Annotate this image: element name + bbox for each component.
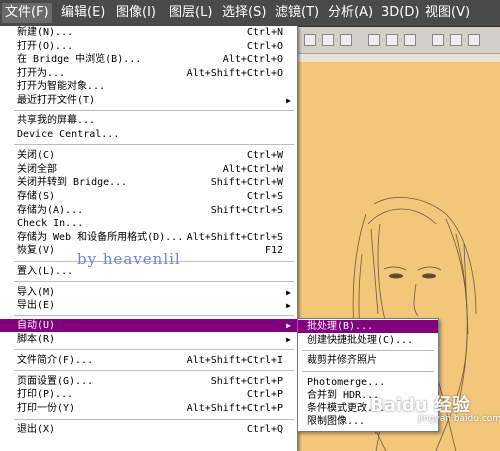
menu-item-close-all[interactable]: 关闭全部 Alt+Ctrl+W [0, 163, 297, 176]
distribute-middle-icon[interactable] [450, 34, 462, 46]
menu-item-check-in[interactable]: Check In... [0, 217, 297, 230]
menu-item-open[interactable]: 打开(O)... Ctrl+O [0, 40, 297, 53]
menu-file[interactable]: 文件(F) [2, 3, 52, 23]
menu-view[interactable]: 视图(V) [422, 3, 473, 23]
canvas-border [296, 54, 500, 62]
menu-item-share-screen[interactable]: 共享我的屏幕... [0, 114, 297, 127]
menu-item-import[interactable]: 导入(M) ▶ [0, 286, 297, 299]
menu-select[interactable]: 选择(S) [219, 3, 269, 23]
menu-item-device-central[interactable]: Device Central... [0, 128, 297, 141]
menu-item-open-smart-object[interactable]: 打开为智能对象... [0, 80, 297, 93]
baidu-jingyan-url: jingyan.baidu.com [418, 414, 500, 424]
align-right-icon[interactable] [404, 34, 416, 46]
menu-item-save-for-web[interactable]: 存储为 Web 和设备所用格式(D)... Alt+Shift+Ctrl+S [0, 231, 297, 244]
submenu-arrow-icon: ▶ [286, 96, 291, 105]
distribute-bottom-icon[interactable] [468, 34, 480, 46]
menu-item-save-as[interactable]: 存储为(A)... Shift+Ctrl+S [0, 204, 297, 217]
submenu-item-photomerge[interactable]: Photomerge... [298, 376, 438, 389]
submenu-arrow-icon: ▶ [286, 288, 291, 297]
menu-separator [14, 419, 294, 420]
submenu-item-batch[interactable]: 批处理(B)... [298, 320, 438, 333]
menu-3d[interactable]: 3D(D) [378, 3, 422, 23]
distribute-top-icon[interactable] [432, 34, 444, 46]
menu-filter[interactable]: 滤镜(T) [272, 3, 322, 23]
submenu-arrow-icon: ▶ [286, 321, 291, 330]
menu-item-close-go-bridge[interactable]: 关闭并转到 Bridge... Shift+Ctrl+W [0, 176, 297, 189]
menu-item-open-as[interactable]: 打开为... Alt+Shift+Ctrl+O [0, 67, 297, 80]
submenu-item-crop-straighten[interactable]: 裁剪并修齐照片 [298, 354, 438, 367]
menu-item-page-setup[interactable]: 页面设置(G)... Shift+Ctrl+P [0, 375, 297, 388]
menu-item-new[interactable]: 新建(N)... Ctrl+N [0, 26, 297, 39]
menu-separator [14, 144, 294, 145]
align-left-icon[interactable] [368, 34, 380, 46]
align-middle-icon[interactable] [322, 34, 334, 46]
menu-item-export[interactable]: 导出(E) ▶ [0, 299, 297, 312]
menu-item-file-info[interactable]: 文件简介(F)... Alt+Shift+Ctrl+I [0, 354, 297, 367]
menu-image[interactable]: 图像(I) [113, 3, 159, 23]
align-top-icon[interactable] [304, 34, 316, 46]
align-bottom-icon[interactable] [340, 34, 352, 46]
menu-edit[interactable]: 编辑(E) [58, 3, 108, 23]
menu-separator [14, 281, 294, 282]
submenu-item-create-droplet[interactable]: 创建快捷批处理(C)... [298, 334, 438, 347]
menu-bar: 文件(F) 编辑(E) 图像(I) 图层(L) 选择(S) 滤镜(T) 分析(A… [0, 0, 500, 27]
file-menu-dropdown: 新建(N)... Ctrl+N 打开(O)... Ctrl+O 在 Bridge 中… [0, 26, 298, 451]
menu-item-browse-bridge[interactable]: 在 Bridge 中浏览(B)... Alt+Ctrl+O [0, 53, 297, 66]
menu-item-print-one-copy[interactable]: 打印一份(Y) Alt+Shift+Ctrl+P [0, 402, 297, 415]
menu-item-exit[interactable]: 退出(X) Ctrl+Q [0, 423, 297, 436]
menu-separator [302, 371, 434, 372]
menu-item-close[interactable]: 关闭(C) Ctrl+W [0, 149, 297, 162]
align-center-icon[interactable] [386, 34, 398, 46]
submenu-arrow-icon: ▶ [286, 335, 291, 344]
menu-layer[interactable]: 图层(L) [166, 3, 215, 23]
menu-item-save[interactable]: 存储(S) Ctrl+S [0, 190, 297, 203]
submenu-arrow-icon: ▶ [286, 301, 291, 310]
menu-separator [14, 349, 294, 350]
menu-separator [14, 110, 294, 111]
menu-item-automate[interactable]: 自动(U) ▶ [0, 319, 297, 332]
options-toolbar [296, 27, 500, 54]
menu-separator [14, 370, 294, 371]
menu-item-recent-files[interactable]: 最近打开文件(T) ▶ [0, 94, 297, 107]
menu-separator [14, 315, 294, 316]
menu-item-scripts[interactable]: 脚本(R) ▶ [0, 333, 297, 346]
menu-analysis[interactable]: 分析(A) [325, 3, 376, 23]
author-watermark: by heavenlil [77, 250, 181, 268]
menu-item-print[interactable]: 打印(P)... Ctrl+P [0, 388, 297, 401]
menu-separator [302, 350, 434, 351]
